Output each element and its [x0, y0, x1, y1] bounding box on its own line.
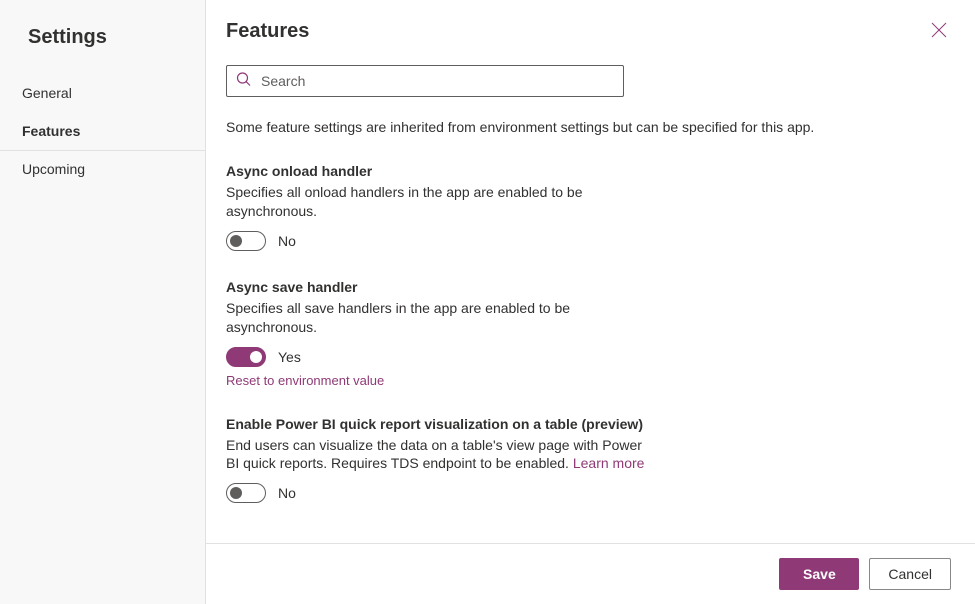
- search-field-wrap: [226, 65, 624, 97]
- dialog-footer: Save Cancel: [206, 543, 975, 604]
- feature-toggle-row: No: [226, 483, 646, 503]
- toggle-async-onload[interactable]: [226, 231, 266, 251]
- toggle-state-label: No: [278, 485, 296, 501]
- settings-sidebar: Settings General Features Upcoming: [0, 0, 206, 604]
- search-input[interactable]: [226, 65, 624, 97]
- content-area: Features Some feature settings are inher…: [206, 0, 975, 543]
- feature-title: Enable Power BI quick report visualizati…: [226, 416, 646, 432]
- feature-powerbi-quick-report: Enable Power BI quick report visualizati…: [226, 416, 646, 504]
- cancel-button[interactable]: Cancel: [869, 558, 951, 590]
- feature-description: Specifies all save handlers in the app a…: [226, 299, 646, 337]
- learn-more-link[interactable]: Learn more: [573, 455, 645, 471]
- toggle-state-label: Yes: [278, 349, 301, 365]
- reset-to-environment-link[interactable]: Reset to environment value: [226, 373, 384, 388]
- feature-title: Async save handler: [226, 279, 646, 295]
- feature-async-onload: Async onload handler Specifies all onloa…: [226, 163, 646, 251]
- toggle-powerbi-quick-report[interactable]: [226, 483, 266, 503]
- feature-toggle-row: Yes: [226, 347, 646, 367]
- feature-toggle-row: No: [226, 231, 646, 251]
- intro-text: Some feature settings are inherited from…: [226, 119, 947, 135]
- feature-description: Specifies all onload handlers in the app…: [226, 183, 646, 221]
- sidebar-title: Settings: [0, 18, 205, 75]
- feature-async-save: Async save handler Specifies all save ha…: [226, 279, 646, 388]
- main-panel: Features Some feature settings are inher…: [206, 0, 975, 604]
- feature-description: End users can visualize the data on a ta…: [226, 436, 646, 474]
- toggle-async-save[interactable]: [226, 347, 266, 367]
- sidebar-item-features[interactable]: Features: [0, 113, 205, 151]
- close-icon: [931, 22, 947, 38]
- close-button[interactable]: [931, 22, 947, 41]
- sidebar-item-general[interactable]: General: [0, 75, 205, 113]
- sidebar-item-upcoming[interactable]: Upcoming: [0, 151, 205, 189]
- feature-title: Async onload handler: [226, 163, 646, 179]
- save-button[interactable]: Save: [779, 558, 859, 590]
- page-title: Features: [226, 20, 947, 43]
- toggle-state-label: No: [278, 233, 296, 249]
